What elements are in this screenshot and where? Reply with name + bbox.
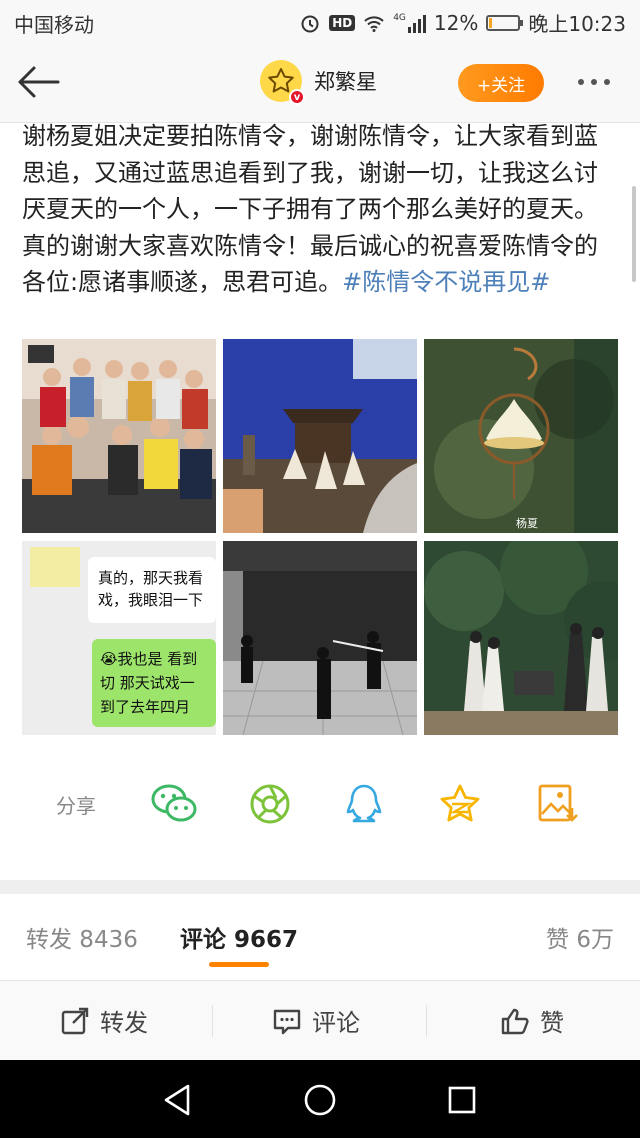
photo-thumbnail[interactable]: 杨夏 bbox=[424, 339, 618, 533]
scrollbar[interactable] bbox=[632, 186, 636, 282]
more-dot-icon bbox=[604, 79, 610, 85]
triangle-back-icon bbox=[164, 1084, 190, 1116]
status-bar: 中国移动 HD 4G 12% 晚上10:23 bbox=[0, 0, 640, 42]
share-qzone-button[interactable] bbox=[436, 782, 484, 826]
like-button[interactable]: 赞 bbox=[500, 1003, 564, 1038]
moments-icon bbox=[250, 784, 290, 824]
active-tab-indicator bbox=[209, 962, 269, 967]
repost-button[interactable]: 转发 bbox=[60, 1003, 148, 1038]
more-dot-icon bbox=[578, 79, 584, 85]
top-nav-bar: v 郑繁星 +关注 bbox=[0, 42, 640, 123]
group-photo bbox=[22, 339, 216, 533]
avatar[interactable]: v bbox=[260, 60, 305, 105]
share-wechat-button[interactable] bbox=[150, 782, 198, 826]
share-row: 分享 bbox=[0, 768, 640, 840]
like-label: 赞 bbox=[540, 1009, 564, 1037]
post-body: 谢杨夏姐决定要拍陈情令，谢谢陈情令，让大家看到蓝思追，又通过蓝思追看到了我，谢谢… bbox=[22, 118, 618, 301]
chat-bubble-incoming: 真的，那天我看 戏，我眼泪一下 bbox=[98, 567, 203, 611]
system-recents-button[interactable] bbox=[442, 1080, 482, 1120]
rehearsal-photo bbox=[223, 541, 417, 735]
photo-thumbnail[interactable] bbox=[223, 339, 417, 533]
chat-line: 戏，我眼泪一下 bbox=[98, 591, 204, 609]
signal-icon: 4G bbox=[393, 13, 426, 33]
verified-badge-icon: v bbox=[289, 89, 305, 105]
wechat-icon bbox=[151, 784, 197, 822]
tab-likes[interactable]: 赞 6万 bbox=[546, 920, 614, 954]
comment-button[interactable]: 评论 bbox=[272, 1003, 360, 1038]
chat-line: 真的，那天我看 bbox=[98, 569, 204, 587]
follow-button[interactable]: +关注 bbox=[458, 64, 544, 102]
photo-thumbnail[interactable] bbox=[22, 339, 216, 533]
engagement-tabs: 转发 8436 评论 9667 赞 6万 bbox=[0, 894, 640, 974]
qq-icon bbox=[346, 784, 382, 823]
share-moments-button[interactable] bbox=[246, 782, 294, 826]
hashtag-link[interactable]: #陈情令不说再见# bbox=[342, 268, 550, 296]
section-divider bbox=[0, 880, 640, 894]
status-icons: HD 4G 12% 晚上10:23 bbox=[299, 8, 626, 37]
photo-thumbnail[interactable] bbox=[424, 541, 618, 735]
comment-label: 评论 bbox=[312, 1009, 360, 1037]
carrier-name: 中国移动 bbox=[14, 13, 94, 37]
system-navigation-bar bbox=[0, 1060, 640, 1138]
thumbs-up-icon bbox=[501, 1008, 529, 1034]
share-label: 分享 bbox=[56, 794, 96, 818]
repost-icon bbox=[61, 1007, 89, 1034]
qzone-icon bbox=[440, 784, 480, 822]
film-set-photo bbox=[223, 339, 417, 533]
repost-label: 转发 bbox=[100, 1009, 148, 1037]
action-divider bbox=[212, 1005, 213, 1037]
lotus-lamp-photo: 杨夏 bbox=[424, 339, 618, 533]
photo-thumbnail[interactable]: 真的，那天我看 戏，我眼泪一下 😭我也是 看到 切 那天试戏一 到了去年四月 bbox=[22, 541, 216, 735]
system-home-button[interactable] bbox=[300, 1080, 340, 1120]
battery-percent: 12% bbox=[433, 10, 479, 35]
network-type-label: 4G bbox=[393, 12, 406, 23]
back-arrow-icon bbox=[18, 66, 60, 98]
tab-reposts[interactable]: 转发 8436 bbox=[26, 920, 138, 954]
photo-thumbnail[interactable] bbox=[223, 541, 417, 735]
chat-line: 切 那天试戏一 bbox=[100, 674, 195, 692]
square-recents-icon bbox=[448, 1086, 476, 1114]
clock: 晚上10:23 bbox=[528, 12, 626, 36]
watermark-text: 杨夏 bbox=[516, 516, 538, 530]
hd-icon: HD bbox=[329, 14, 356, 31]
alarm-icon bbox=[301, 15, 319, 32]
circle-home-icon bbox=[304, 1084, 336, 1116]
more-options-button[interactable] bbox=[578, 74, 622, 90]
comment-icon bbox=[273, 1009, 301, 1034]
chat-line: 😭我也是 看到 bbox=[100, 650, 198, 668]
back-button[interactable] bbox=[14, 60, 62, 104]
tab-comments[interactable]: 评论 9667 bbox=[180, 920, 298, 954]
wifi-icon bbox=[364, 15, 384, 32]
battery-icon bbox=[486, 14, 524, 31]
photo-grid: 杨夏 真的，那天我看 戏，我眼泪一下 😭我也是 看到 切 那天试戏一 到了去年四… bbox=[22, 339, 618, 735]
share-qq-button[interactable] bbox=[340, 782, 388, 826]
chat-bubble-outgoing: 😭我也是 看到 切 那天试戏一 到了去年四月 bbox=[100, 647, 197, 719]
action-divider bbox=[426, 1005, 427, 1037]
forest-still-photo bbox=[424, 541, 618, 735]
chat-line: 到了去年四月 bbox=[100, 698, 191, 716]
save-image-button[interactable] bbox=[532, 782, 580, 826]
save-image-icon bbox=[538, 784, 578, 822]
system-back-button[interactable] bbox=[158, 1080, 198, 1120]
author-name[interactable]: 郑繁星 bbox=[314, 66, 377, 96]
more-dot-icon bbox=[591, 79, 597, 85]
author-info[interactable]: v 郑繁星 bbox=[260, 60, 377, 105]
bottom-action-bar: 转发 评论 赞 bbox=[0, 980, 640, 1061]
